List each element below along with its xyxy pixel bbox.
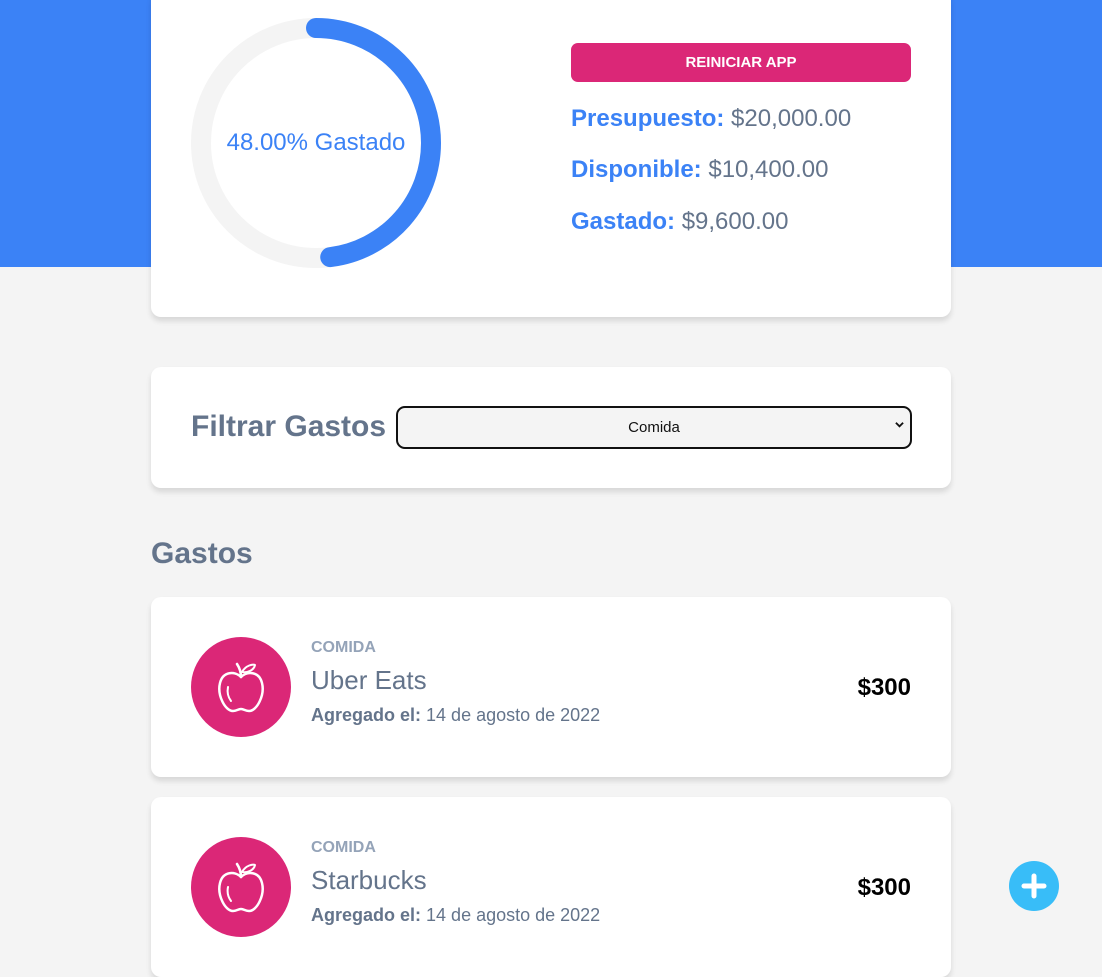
expense-date-label: Agregado el: <box>311 905 422 925</box>
spent-value: $9,600.00 <box>681 208 789 235</box>
spent-label: Gastado: <box>571 208 676 235</box>
budget-label: Presupuesto: <box>571 105 725 132</box>
available-value: $10,400.00 <box>708 156 829 183</box>
expense-category: Comida <box>311 639 376 656</box>
expenses-title: Gastos <box>151 537 253 570</box>
expense-date-label: Agregado el: <box>311 705 422 725</box>
expense-item[interactable]: Comida Uber Eats Agregado el: 14 de agos… <box>151 597 951 777</box>
available-stat: Disponible: $10,400.00 <box>571 156 828 184</box>
progress-label: 48.00% Gastado <box>226 129 406 156</box>
reset-app-button[interactable]: Reiniciar app <box>571 43 911 82</box>
expense-amount: $300 <box>857 674 911 701</box>
filter-select[interactable]: Comida <box>396 406 912 449</box>
expense-item[interactable]: Comida Starbucks Agregado el: 14 de agos… <box>151 797 951 977</box>
expense-date-value: 14 de agosto de 2022 <box>426 705 601 725</box>
available-label: Disponible: <box>571 156 702 183</box>
filter-label: Filtrar Gastos <box>191 410 387 443</box>
expense-name: Starbucks <box>311 865 427 895</box>
filter-selected-value: Comida <box>628 419 680 436</box>
plus-icon <box>1021 873 1047 899</box>
expense-date: Agregado el: 14 de agosto de 2022 <box>311 905 600 926</box>
expense-name: Uber Eats <box>311 665 427 695</box>
chevron-down-icon <box>895 422 904 428</box>
expense-category: Comida <box>311 839 376 856</box>
filter-card: Filtrar Gastos Comida <box>151 367 951 488</box>
apple-icon <box>191 837 291 937</box>
budget-value: $20,000.00 <box>731 105 852 132</box>
expense-date: Agregado el: 14 de agosto de 2022 <box>311 705 600 726</box>
spent-stat: Gastado: $9,600.00 <box>571 208 788 236</box>
budget-progress-circle: 48.00% Gastado <box>191 18 441 268</box>
add-expense-button[interactable] <box>1009 861 1059 911</box>
budget-stat: Presupuesto: $20,000.00 <box>571 105 851 133</box>
apple-icon <box>191 637 291 737</box>
budget-card: 48.00% Gastado Reiniciar app Presupuesto… <box>151 0 951 317</box>
expense-amount: $300 <box>857 874 911 901</box>
expense-date-value: 14 de agosto de 2022 <box>426 905 601 925</box>
